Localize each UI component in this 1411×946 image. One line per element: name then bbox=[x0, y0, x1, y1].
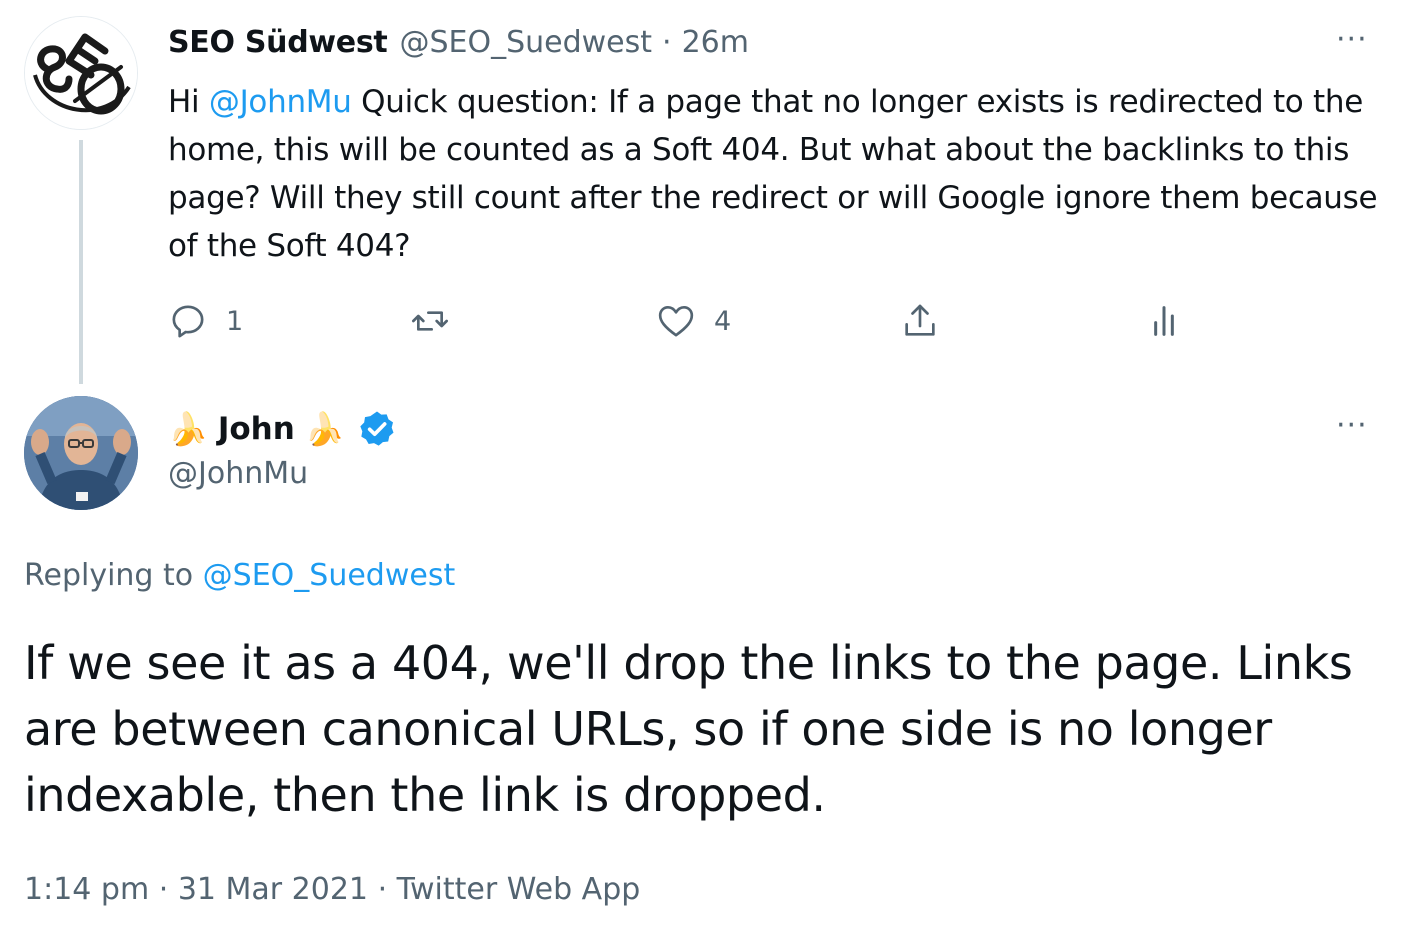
reply-button[interactable]: 1 bbox=[168, 296, 243, 346]
reply-icon bbox=[172, 305, 204, 338]
share-icon bbox=[905, 304, 935, 336]
reply-timestamp-row: 1:14 pm · 31 Mar 2021 · Twitter Web App bbox=[24, 872, 640, 907]
john-profile-photo-icon bbox=[24, 396, 138, 510]
retweet-icon bbox=[412, 311, 448, 331]
parent-tweet-header: SEO Südwest @SEO_Suedwest · 26m bbox=[168, 22, 749, 62]
analytics-button[interactable] bbox=[1144, 296, 1184, 346]
banana-emoji-right: 🍌 bbox=[304, 410, 345, 448]
like-count: 4 bbox=[714, 305, 732, 337]
timestamp-separator-2: · bbox=[377, 872, 388, 907]
parent-author-name[interactable]: SEO Südwest bbox=[168, 25, 388, 60]
thread-connector-line bbox=[79, 140, 83, 384]
reply-time[interactable]: 1:14 pm bbox=[24, 872, 149, 907]
timestamp-separator-1: · bbox=[158, 872, 169, 907]
replying-to-prefix: Replying to bbox=[24, 558, 203, 593]
seo-logo-icon bbox=[25, 17, 137, 129]
reply-author-name-row[interactable]: 🍌 John 🍌 bbox=[168, 406, 397, 452]
reply-author-name[interactable]: John bbox=[218, 411, 295, 447]
seo-suedwest-avatar[interactable] bbox=[24, 16, 138, 130]
parent-time-ago[interactable]: 26m bbox=[682, 25, 749, 60]
reply-more-options-icon[interactable]: ··· bbox=[1336, 406, 1368, 446]
parent-tweet-text: Hi @JohnMu Quick question: If a page tha… bbox=[168, 78, 1393, 270]
banana-emoji-left: 🍌 bbox=[168, 410, 208, 448]
replying-to-mention-link[interactable]: @SEO_Suedwest bbox=[203, 558, 456, 593]
heart-icon bbox=[658, 306, 694, 337]
parent-more-options-icon[interactable]: ··· bbox=[1336, 20, 1368, 60]
reply-author-handle[interactable]: @JohnMu bbox=[168, 456, 308, 491]
share-button[interactable] bbox=[900, 296, 940, 346]
like-button[interactable]: 4 bbox=[656, 296, 731, 346]
analytics-icon bbox=[1154, 306, 1174, 336]
parent-text-prefix: Hi bbox=[168, 84, 209, 120]
retweet-button[interactable] bbox=[410, 296, 450, 346]
parent-author-handle[interactable]: @SEO_Suedwest bbox=[399, 25, 652, 60]
reply-tweet-text: If we see it as a 404, we'll drop the li… bbox=[24, 636, 1353, 822]
parent-separator: · bbox=[662, 24, 672, 60]
reply-count: 1 bbox=[226, 305, 244, 337]
john-avatar[interactable] bbox=[24, 396, 138, 510]
verified-badge-icon bbox=[360, 411, 394, 446]
parent-mention-link[interactable]: @JohnMu bbox=[209, 84, 352, 120]
reply-date[interactable]: 31 Mar 2021 bbox=[178, 872, 368, 907]
parent-tweet-actions: 1 4 bbox=[168, 296, 1208, 346]
replying-to-line: Replying to @SEO_Suedwest bbox=[24, 558, 455, 593]
reply-source-app[interactable]: Twitter Web App bbox=[397, 872, 641, 907]
